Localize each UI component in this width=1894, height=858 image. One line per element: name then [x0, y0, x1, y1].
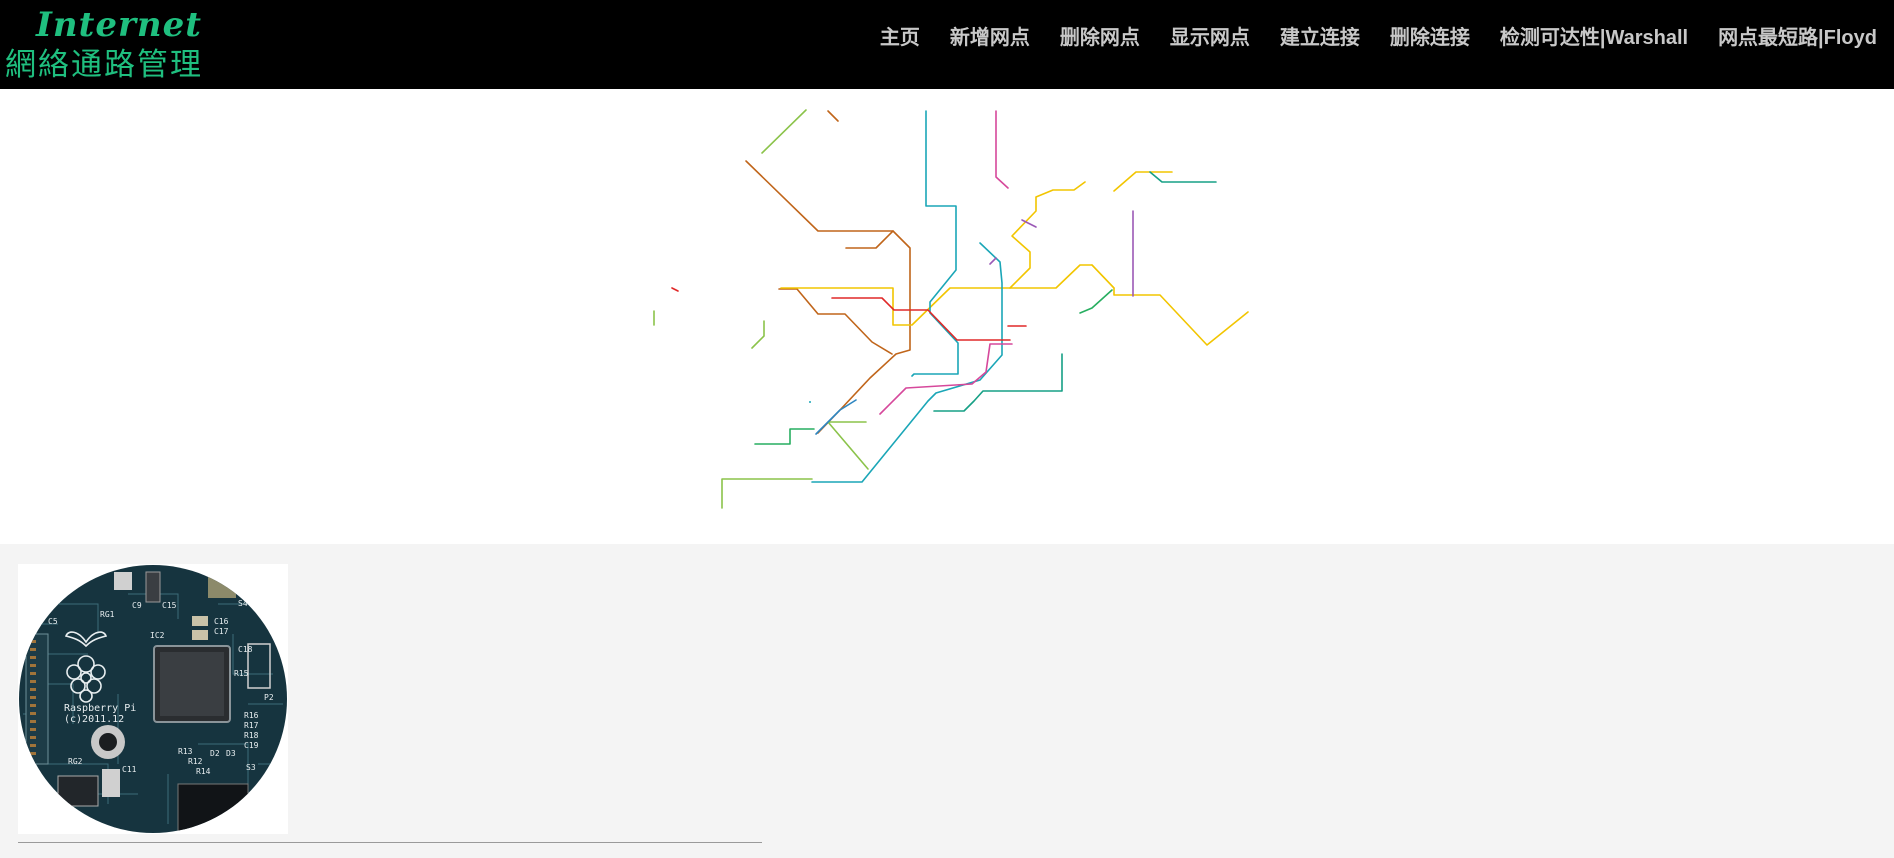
map-line-lime [751, 320, 765, 349]
network-map-area [0, 89, 1894, 605]
map-line-blue [815, 399, 857, 435]
nav-warshall[interactable]: 检测可达性|Warshall [1500, 22, 1688, 54]
logo-subtitle: 網絡通路管理 [5, 47, 203, 83]
raspberry-pi-board-icon: Raspberry Pi (c)2011.12 RG1 RG2 IC2 C15 … [19, 565, 287, 833]
map-node-dot [809, 401, 811, 403]
map-line-orange [827, 110, 839, 122]
map-line-cyan [911, 110, 959, 377]
raspberry-pi-card[interactable]: Raspberry Pi (c)2011.12 RG1 RG2 IC2 C15 … [18, 564, 288, 834]
map-line-green [1079, 289, 1113, 314]
map-line-yellow [1009, 181, 1086, 289]
nav-create-link[interactable]: 建立连接 [1280, 22, 1360, 54]
top-header: Internet 網絡通路管理 主页 新增网点 删除网点 显示网点 建立连接 删… [0, 0, 1894, 89]
map-line-lime [827, 421, 869, 470]
nav-add-node[interactable]: 新增网点 [950, 22, 1030, 54]
map-line-pink [995, 110, 1009, 189]
board-text: P2 [264, 693, 274, 702]
map-line-red [831, 297, 1011, 341]
nav-home[interactable]: 主页 [880, 22, 920, 54]
map-line-cyan [1149, 171, 1217, 183]
board-text: R15 [234, 669, 249, 678]
board-text: C15 [162, 601, 177, 610]
board-text: R14 [196, 767, 211, 776]
map-line-purple [989, 257, 997, 265]
map-line-green [754, 428, 815, 445]
map-line-orange [745, 160, 911, 434]
board-text: R18 [244, 731, 259, 740]
site-logo[interactable]: Internet 網絡通路管理 [0, 0, 230, 89]
board-text: IC2 [150, 631, 165, 640]
board-text: C9 [132, 601, 142, 610]
board-text: C11 [122, 765, 137, 774]
network-map-graphic [653, 109, 1249, 509]
map-line-yellow [780, 264, 1249, 346]
board-text: D3 [226, 749, 236, 758]
board-text: R17 [244, 721, 259, 730]
map-line-red [671, 287, 679, 292]
map-line-yellow [1091, 264, 1115, 289]
board-text: C19 [244, 741, 259, 750]
map-line-lime [761, 109, 807, 154]
board-text: RG1 [100, 610, 115, 619]
map-line-orange [845, 230, 894, 249]
nav-delete-node[interactable]: 删除网点 [1060, 22, 1140, 54]
content-area: Raspberry Pi (c)2011.12 RG1 RG2 IC2 C15 … [0, 544, 1894, 858]
section-divider-bottom [18, 842, 762, 843]
board-text: S4 [238, 599, 248, 608]
board-text: RG2 [68, 757, 83, 766]
board-text: S3 [246, 763, 256, 772]
board-text: R12 [188, 757, 203, 766]
map-line-cyan [811, 242, 1003, 483]
board-text: C17 [214, 627, 229, 636]
board-text: R13 [178, 747, 193, 756]
map-line-cyan [933, 353, 1063, 412]
main-nav: 主页 新增网点 删除网点 显示网点 建立连接 删除连接 检测可达性|Warsha… [850, 22, 1877, 54]
map-line-pink [879, 343, 1013, 415]
board-text: D2 [210, 749, 220, 758]
board-text: (c)2011.12 [64, 714, 124, 725]
board-text: R16 [244, 711, 259, 720]
map-line-lime [721, 478, 813, 509]
nav-floyd[interactable]: 网点最短路|Floyd [1718, 22, 1877, 54]
board-text: C16 [214, 617, 229, 626]
nav-delete-link[interactable]: 删除连接 [1390, 22, 1470, 54]
board-text: C18 [238, 645, 253, 654]
board-text: C5 [48, 617, 58, 626]
board-text: Raspberry Pi [64, 703, 136, 714]
nav-show-nodes[interactable]: 显示网点 [1170, 22, 1250, 54]
logo-title: Internet [36, 5, 202, 45]
